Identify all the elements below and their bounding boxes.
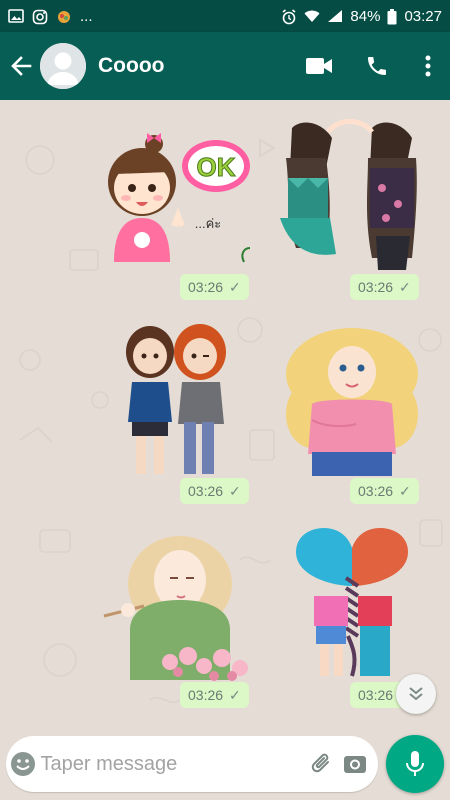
attach-button[interactable] bbox=[306, 751, 339, 777]
chat-header: Coooo bbox=[0, 32, 450, 100]
message-input-container bbox=[6, 736, 378, 792]
message-time: 03:26 bbox=[188, 483, 224, 499]
video-camera-icon bbox=[306, 58, 332, 74]
video-call-button[interactable] bbox=[290, 32, 348, 100]
phone-icon bbox=[368, 57, 386, 75]
voice-message-button[interactable] bbox=[386, 735, 444, 793]
more-vertical-icon bbox=[425, 55, 431, 77]
header-actions bbox=[290, 32, 450, 100]
contact-avatar[interactable] bbox=[40, 43, 86, 89]
emoji-button[interactable] bbox=[6, 750, 41, 778]
sticker-ok-text: OK bbox=[197, 152, 236, 182]
message-input[interactable] bbox=[40, 752, 306, 776]
message-time: 03:26 bbox=[188, 279, 224, 295]
double-chevron-down-icon bbox=[409, 687, 423, 701]
signal-icon bbox=[327, 9, 343, 23]
instagram-notification-icon bbox=[32, 9, 48, 25]
scroll-to-bottom-button[interactable] bbox=[396, 674, 436, 714]
alarm-icon bbox=[281, 9, 297, 25]
braided-heart-sticker-art bbox=[296, 528, 408, 677]
paperclip-icon bbox=[311, 753, 330, 773]
two-girls-heart-sticker[interactable] bbox=[272, 118, 432, 274]
girl-flowers-sticker[interactable] bbox=[100, 530, 256, 682]
chat-area[interactable]: OK ...ค่ะ 03:26 ✓ 03:26 ✓ 03:26 ✓ 03:26 … bbox=[0, 100, 450, 728]
message-timestamp: 03:26 ✓ bbox=[350, 274, 419, 300]
blonde-girl-sticker-art bbox=[286, 328, 418, 476]
status-right: 84% 03:27 bbox=[281, 8, 442, 25]
girl-ok-sticker[interactable]: OK ...ค่ะ bbox=[96, 122, 256, 282]
status-bar: ... 84% 03:27 bbox=[0, 0, 450, 32]
message-timestamp: 03:26 ✓ bbox=[180, 478, 249, 504]
girl-flowers-sticker-art bbox=[103, 536, 248, 681]
battery-icon bbox=[387, 9, 397, 25]
app-notification-icon bbox=[56, 9, 72, 23]
camera-button[interactable] bbox=[339, 751, 372, 777]
more-options-button[interactable] bbox=[406, 32, 450, 100]
message-time: 03:26 bbox=[358, 483, 394, 499]
battery-percent: 84% bbox=[350, 7, 381, 25]
two-friends-sticker[interactable] bbox=[110, 322, 240, 478]
message-time: 03:26 bbox=[358, 687, 394, 703]
back-button[interactable] bbox=[2, 32, 40, 100]
blonde-girl-sticker[interactable] bbox=[272, 324, 432, 480]
microphone-icon bbox=[406, 751, 424, 776]
contact-name[interactable]: Coooo bbox=[98, 54, 164, 78]
emoji-icon bbox=[11, 752, 36, 776]
status-time: 03:27 bbox=[404, 7, 442, 25]
default-avatar-icon bbox=[40, 43, 86, 89]
read-tick-icon: ✓ bbox=[229, 278, 241, 295]
read-tick-icon: ✓ bbox=[229, 482, 241, 499]
voice-call-button[interactable] bbox=[348, 32, 406, 100]
message-timestamp: 03:26 ✓ bbox=[180, 274, 249, 300]
two-friends-sticker-art bbox=[126, 324, 226, 474]
camera-icon bbox=[344, 756, 367, 773]
more-notifications-text: ... bbox=[80, 7, 93, 25]
message-timestamp: 03:26 ✓ bbox=[180, 682, 249, 708]
sticker-sub-text: ...ค่ะ bbox=[195, 216, 222, 231]
read-tick-icon: ✓ bbox=[399, 278, 411, 295]
gallery-notification-icon bbox=[8, 9, 24, 23]
read-tick-icon: ✓ bbox=[399, 482, 411, 499]
wifi-icon bbox=[304, 9, 320, 23]
braided-heart-sticker[interactable] bbox=[292, 526, 412, 682]
read-tick-icon: ✓ bbox=[229, 686, 241, 703]
girl-ok-sticker-art: OK ...ค่ะ bbox=[108, 133, 251, 263]
message-time: 03:26 bbox=[358, 279, 394, 295]
two-girls-heart-sticker-art bbox=[280, 119, 417, 270]
arrow-left-icon bbox=[11, 56, 32, 76]
status-left: ... bbox=[8, 8, 93, 25]
message-composer bbox=[0, 728, 450, 800]
message-timestamp: 03:26 ✓ bbox=[350, 478, 419, 504]
message-time: 03:26 bbox=[188, 687, 224, 703]
